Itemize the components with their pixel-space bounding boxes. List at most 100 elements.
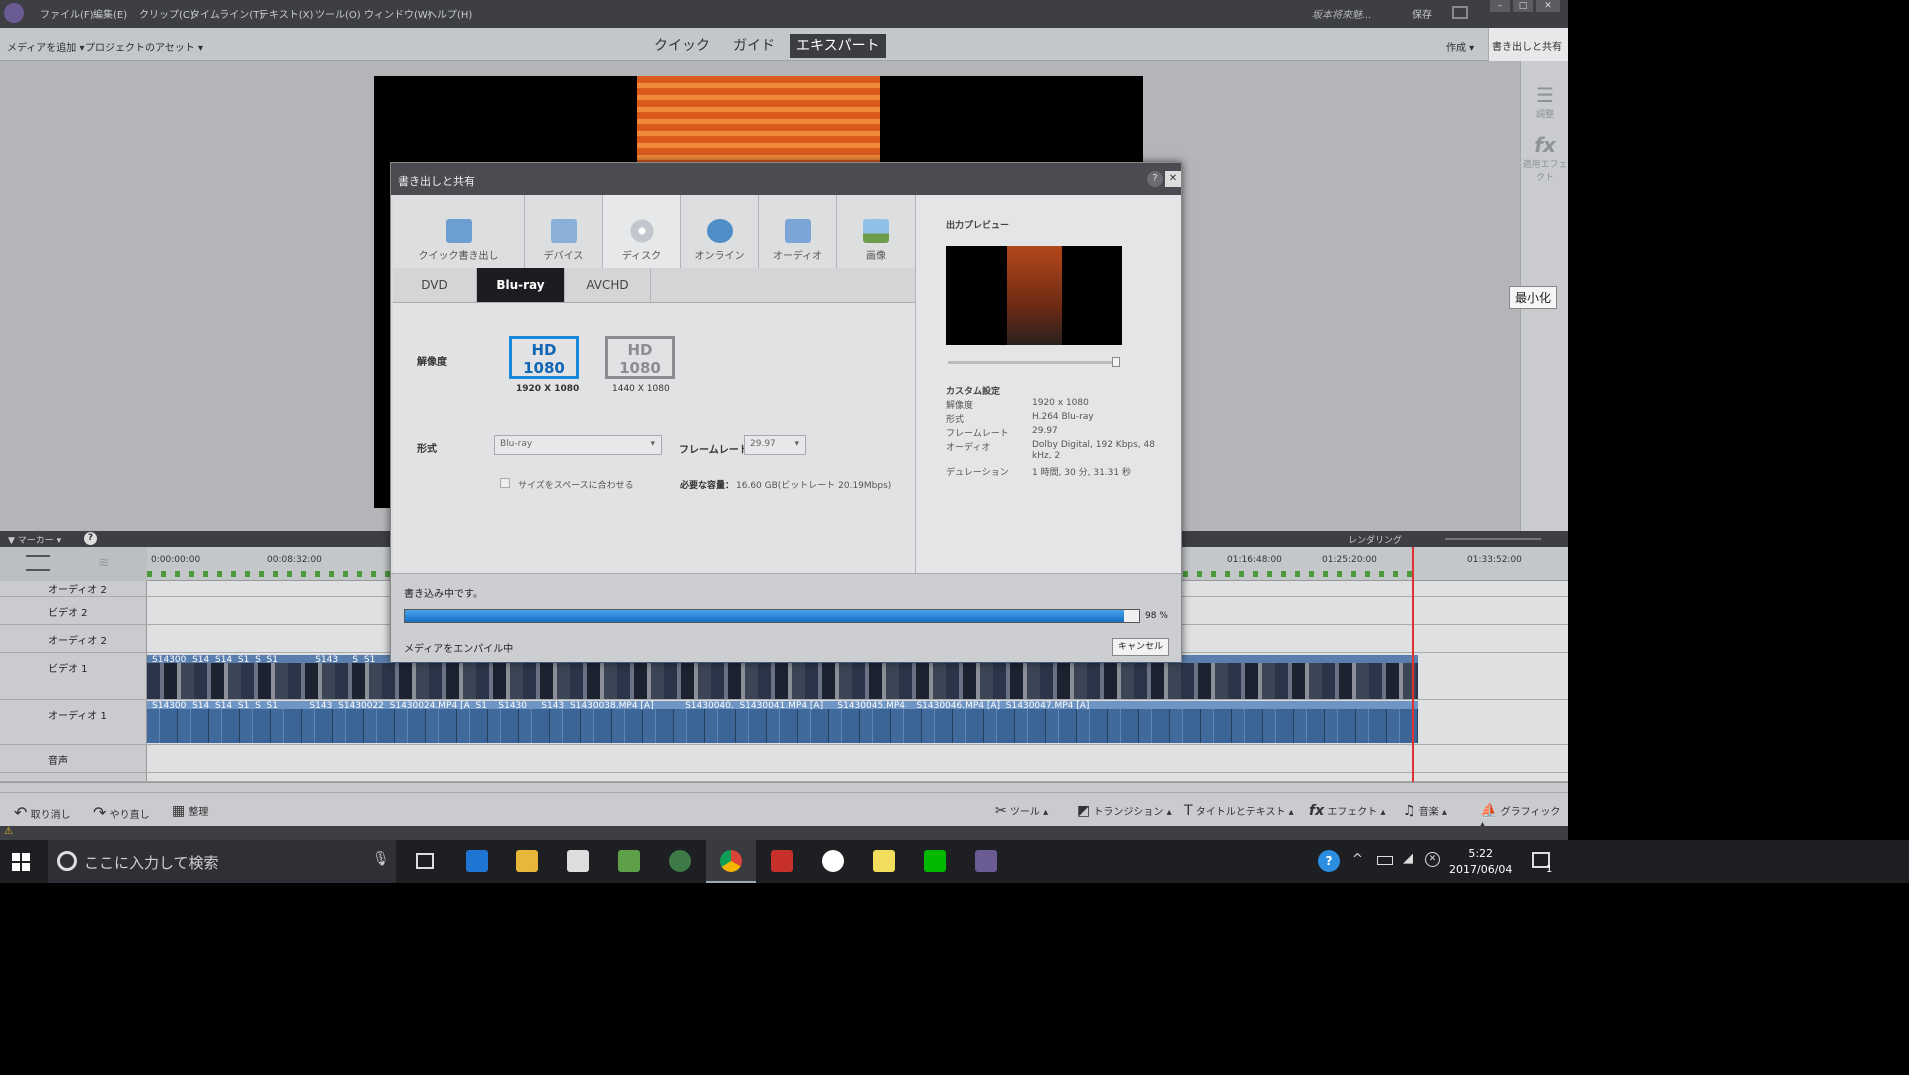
export-share-button[interactable]: 書き出しと共有	[1488, 28, 1568, 61]
setting-value: 29.97	[1032, 426, 1058, 436]
dialog-title: 書き出しと共有	[398, 175, 475, 188]
chevron-up-icon[interactable]: ^	[1352, 852, 1363, 867]
menu-text[interactable]: テキスト(X)	[259, 6, 313, 21]
windows-start-icon[interactable]	[12, 853, 30, 871]
menu-clip[interactable]: クリップ(C)	[139, 6, 194, 21]
battery-icon[interactable]	[1377, 856, 1393, 865]
framerate-select[interactable]: 29.97 ▾	[744, 435, 806, 455]
help-icon[interactable]: ?	[1147, 171, 1163, 187]
mode-guided-tab[interactable]: ガイド	[727, 34, 781, 58]
setting-key: 解像度	[946, 401, 974, 411]
resolution-1440-option[interactable]: HD 1080	[605, 336, 675, 379]
help-tray-icon[interactable]: ?	[1318, 850, 1340, 872]
scrubber-handle[interactable]	[1112, 357, 1120, 367]
clip-label: S14300	[152, 655, 187, 665]
menu-tools[interactable]: ツール(O)	[315, 6, 361, 21]
format-select[interactable]: Blu-ray ▾	[494, 435, 662, 455]
sticky-notes-icon[interactable]	[873, 850, 895, 872]
fit-checkbox[interactable]	[500, 478, 510, 488]
minimize-window-icon[interactable]: –	[1490, 0, 1510, 12]
track-label[interactable]: オーディオ 2	[0, 625, 147, 652]
category-disc[interactable]: ディスク	[603, 195, 681, 268]
tripadvisor-icon[interactable]	[669, 850, 691, 872]
help-icon[interactable]: ?	[84, 532, 97, 545]
menu-file[interactable]: ファイル(F)	[40, 6, 94, 21]
tab-avchd[interactable]: AVCHD	[565, 268, 651, 302]
premiere-elements-icon[interactable]	[975, 850, 997, 872]
rendering-button[interactable]: レンダリング	[1348, 533, 1402, 546]
undo-button[interactable]: ↶ 取り消し	[14, 803, 71, 822]
user-name[interactable]: 坂本将來魅...	[1312, 6, 1372, 21]
timeline-scrollbar[interactable]	[0, 782, 1568, 792]
resolution-1920-option[interactable]: HD 1080	[509, 336, 579, 379]
clock[interactable]: 5:22 2017/06/04	[1449, 846, 1512, 878]
category-image[interactable]: 画像	[837, 195, 915, 268]
edge-icon[interactable]	[466, 850, 488, 872]
music-button[interactable]: ♫ 音楽 ▴	[1403, 803, 1447, 819]
category-online[interactable]: オンライン	[681, 195, 759, 268]
custom-settings-label: カスタム設定	[946, 387, 1001, 397]
titles-button[interactable]: T タイトルとテキスト ▴	[1184, 803, 1294, 819]
track-label[interactable]: ビデオ 2	[0, 597, 147, 624]
store-icon[interactable]	[567, 850, 589, 872]
redo-icon: ↷	[93, 803, 107, 822]
tools-button[interactable]: ✂ ツール ▴	[995, 803, 1048, 819]
line-icon[interactable]	[924, 850, 946, 872]
category-device[interactable]: デバイス	[525, 195, 603, 268]
file-explorer-icon[interactable]	[516, 850, 538, 872]
marker-dropdown[interactable]: ▼ マーカー ▾	[8, 533, 61, 546]
setting-value: H.264 Blu-ray	[1032, 412, 1094, 422]
organize-button[interactable]: ▦ 整理	[172, 803, 208, 819]
clip-label: S143	[541, 701, 565, 711]
add-media-dropdown[interactable]: メディアを追加 ▾	[7, 39, 85, 54]
applied-effects-button[interactable]: fx 適用エフェクト	[1521, 133, 1569, 183]
hd-number: 1080	[523, 359, 565, 377]
mode-expert-tab[interactable]: エキスパート	[790, 34, 886, 58]
track-label[interactable]: ビデオ 1	[0, 653, 147, 699]
tab-bluray[interactable]: Blu-ray	[477, 268, 565, 302]
redo-button[interactable]: ↷ やり直し	[93, 803, 150, 822]
save-button[interactable]: 保存	[1412, 6, 1432, 21]
track-view-icon[interactable]	[26, 555, 50, 571]
zoom-slider[interactable]	[1445, 538, 1541, 540]
project-assets-dropdown[interactable]: プロジェクトのアセット ▾	[85, 39, 203, 54]
mute-icon[interactable]: ✕	[1425, 852, 1440, 867]
fullscreen-icon[interactable]	[1452, 6, 1468, 19]
fit-checkbox-label: サイズをスペースに合わせる	[518, 481, 634, 491]
wifi-icon[interactable]: ◢	[1403, 851, 1413, 866]
mode-quick-tab[interactable]: クイック	[648, 34, 716, 58]
progress-status: 書き込み中です。	[404, 589, 483, 600]
close-icon[interactable]: ✕	[1165, 171, 1181, 187]
playhead[interactable]	[1412, 547, 1414, 782]
category-quick-export[interactable]: クイック書き出し	[393, 195, 525, 268]
preview-scrubber[interactable]	[948, 361, 1118, 364]
adjust-button[interactable]: ☰ 調整	[1521, 83, 1569, 120]
transitions-button[interactable]: ◩ トランジション ▴	[1077, 803, 1172, 819]
app-logo-icon[interactable]	[4, 3, 24, 23]
menu-timeline[interactable]: タイムライン(T)	[190, 6, 263, 21]
close-window-icon[interactable]: ✕	[1536, 0, 1560, 12]
chrome-icon[interactable]	[720, 850, 742, 872]
minimize-tooltip: 最小化	[1509, 286, 1558, 309]
microphone-icon[interactable]: 🎙	[372, 851, 390, 867]
taskbar-search-input[interactable]: ここに入力して検索 🎙	[48, 840, 396, 883]
maximize-window-icon[interactable]: □	[1513, 0, 1533, 12]
audio-wave-icon[interactable]: ≋	[98, 555, 122, 571]
menu-help[interactable]: ヘルプ(H)	[427, 6, 472, 21]
evernote-icon[interactable]	[618, 850, 640, 872]
menu-edit[interactable]: 編集(E)	[93, 6, 127, 21]
dropbox-icon[interactable]	[822, 850, 844, 872]
create-dropdown[interactable]: 作成 ▾	[1446, 39, 1474, 54]
adjust-label: 調整	[1535, 110, 1554, 120]
category-label: デバイス	[543, 251, 584, 262]
cancel-button[interactable]: キャンセル	[1112, 638, 1169, 656]
effects-button[interactable]: fx エフェクト ▴	[1309, 803, 1386, 819]
task-view-icon[interactable]	[416, 853, 434, 869]
track-label[interactable]: オーディオ 1	[0, 700, 147, 744]
track-label[interactable]: 音声	[0, 745, 147, 772]
warning-icon[interactable]: ⚠	[4, 826, 13, 837]
acrobat-icon[interactable]	[771, 850, 793, 872]
category-audio[interactable]: オーディオ	[759, 195, 837, 268]
menu-window[interactable]: ウィンドウ(W)	[364, 6, 432, 21]
tab-dvd[interactable]: DVD	[393, 268, 477, 302]
